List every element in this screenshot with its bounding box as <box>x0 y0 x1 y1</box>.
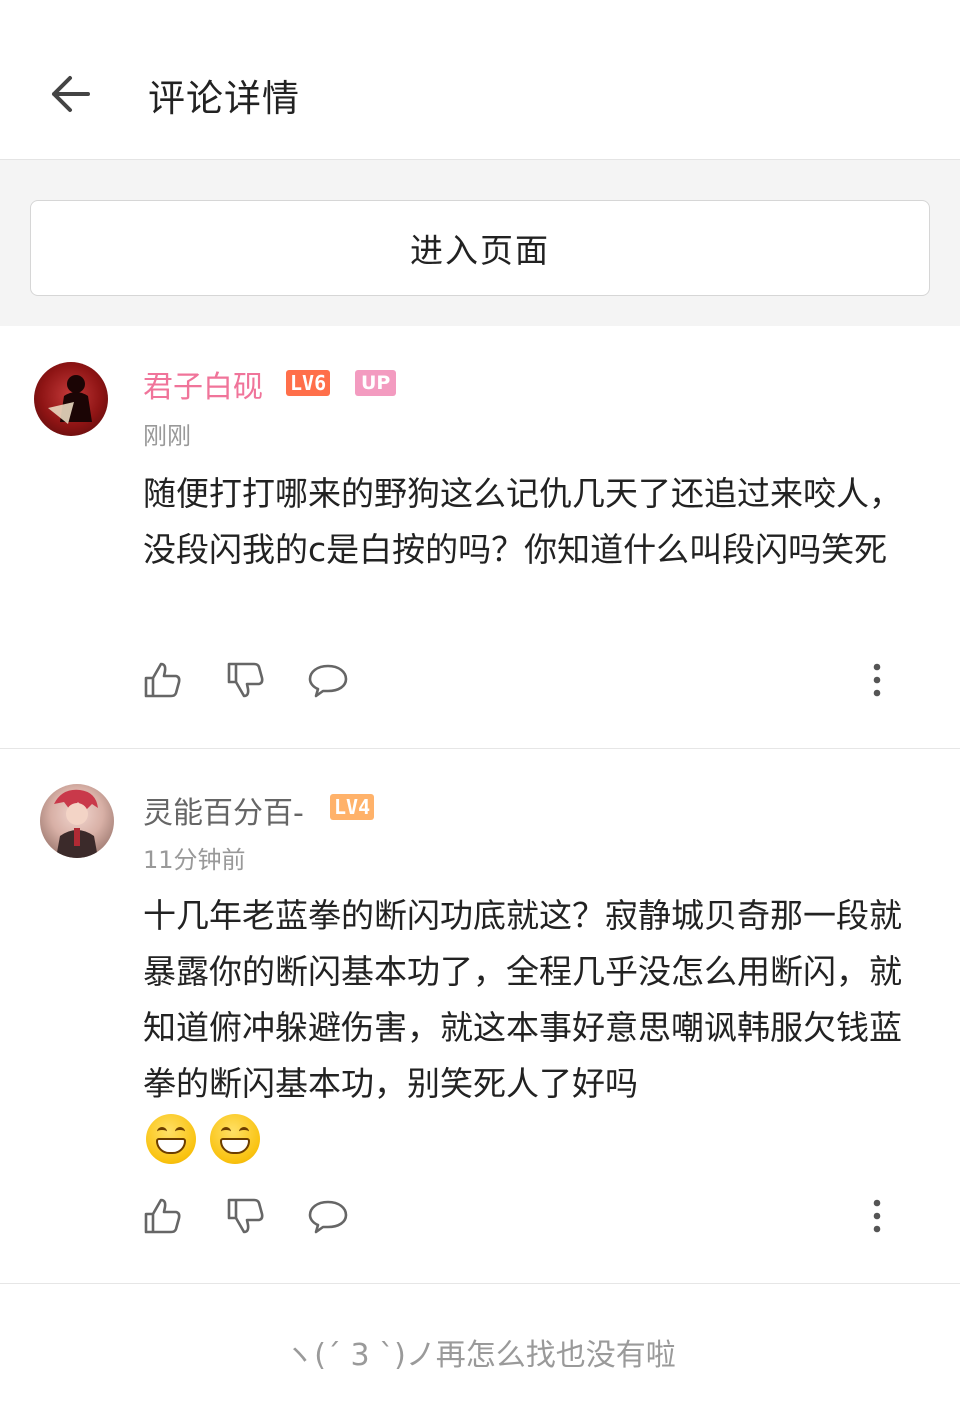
comment-bubble-icon <box>308 1200 348 1234</box>
comment-bubble-icon <box>308 664 348 698</box>
top-app-bar: 评论详情 <box>0 0 960 160</box>
reply-button[interactable] <box>306 658 350 702</box>
avatar-figure-icon <box>48 375 92 424</box>
comment-time: 刚刚 <box>143 422 191 450</box>
thumbs-down-icon <box>227 1198 264 1234</box>
comment-text: 随便打打哪来的野狗这么记仇几天了还追过来咬人，没段闪我的c是白按的吗？你知道什么… <box>143 474 902 569</box>
back-button[interactable] <box>40 66 100 122</box>
more-vertical-icon <box>873 663 881 697</box>
avatar[interactable] <box>34 362 108 436</box>
username[interactable]: 灵能百分百- <box>143 788 304 832</box>
thumbs-up-icon <box>144 1198 181 1234</box>
arrow-left-icon <box>52 76 90 112</box>
more-vertical-icon <box>873 1199 881 1233</box>
more-options-button[interactable] <box>855 1194 899 1238</box>
grin-emoji <box>146 1114 196 1164</box>
thumbs-up-icon <box>144 662 181 698</box>
up-badge: UP <box>355 370 397 396</box>
avatar[interactable] <box>40 784 114 858</box>
comment-actions <box>140 658 920 702</box>
comment-item: 灵能百分百- LV4 11分钟前 十几年老蓝拳的断闪功底就这？寂静城贝奇那一段就… <box>0 750 960 1284</box>
comment-item: 君子白砚 LV6 UP 刚刚 随便打打哪来的野狗这么记仇几天了还追过来咬人，没段… <box>0 326 960 749</box>
like-button[interactable] <box>140 658 184 702</box>
reply-button[interactable] <box>306 1194 350 1238</box>
level-badge: LV4 <box>330 794 375 820</box>
like-button[interactable] <box>140 1194 184 1238</box>
comment-time: 11分钟前 <box>143 846 246 874</box>
dislike-button[interactable] <box>223 658 267 702</box>
comment-text: 十几年老蓝拳的断闪功底就这？寂静城贝奇那一段就暴露你的断闪基本功了，全程几乎没怎… <box>143 896 902 1103</box>
thumbs-down-icon <box>227 662 264 698</box>
dislike-button[interactable] <box>223 1194 267 1238</box>
avatar-figure-icon <box>54 789 98 858</box>
emoji-row <box>146 1114 260 1164</box>
level-badge: LV6 <box>286 370 331 396</box>
grin-emoji <box>210 1114 260 1164</box>
page-title: 评论详情 <box>148 77 300 120</box>
end-of-list-message: ヽ(ˊ 3 ˋ)ノ再怎么找也没有啦 <box>284 1338 676 1373</box>
more-options-button[interactable] <box>855 658 899 702</box>
comment-actions <box>140 1194 920 1238</box>
username[interactable]: 君子白砚 <box>143 362 263 406</box>
enter-page-button[interactable]: 进入页面 <box>30 200 930 296</box>
